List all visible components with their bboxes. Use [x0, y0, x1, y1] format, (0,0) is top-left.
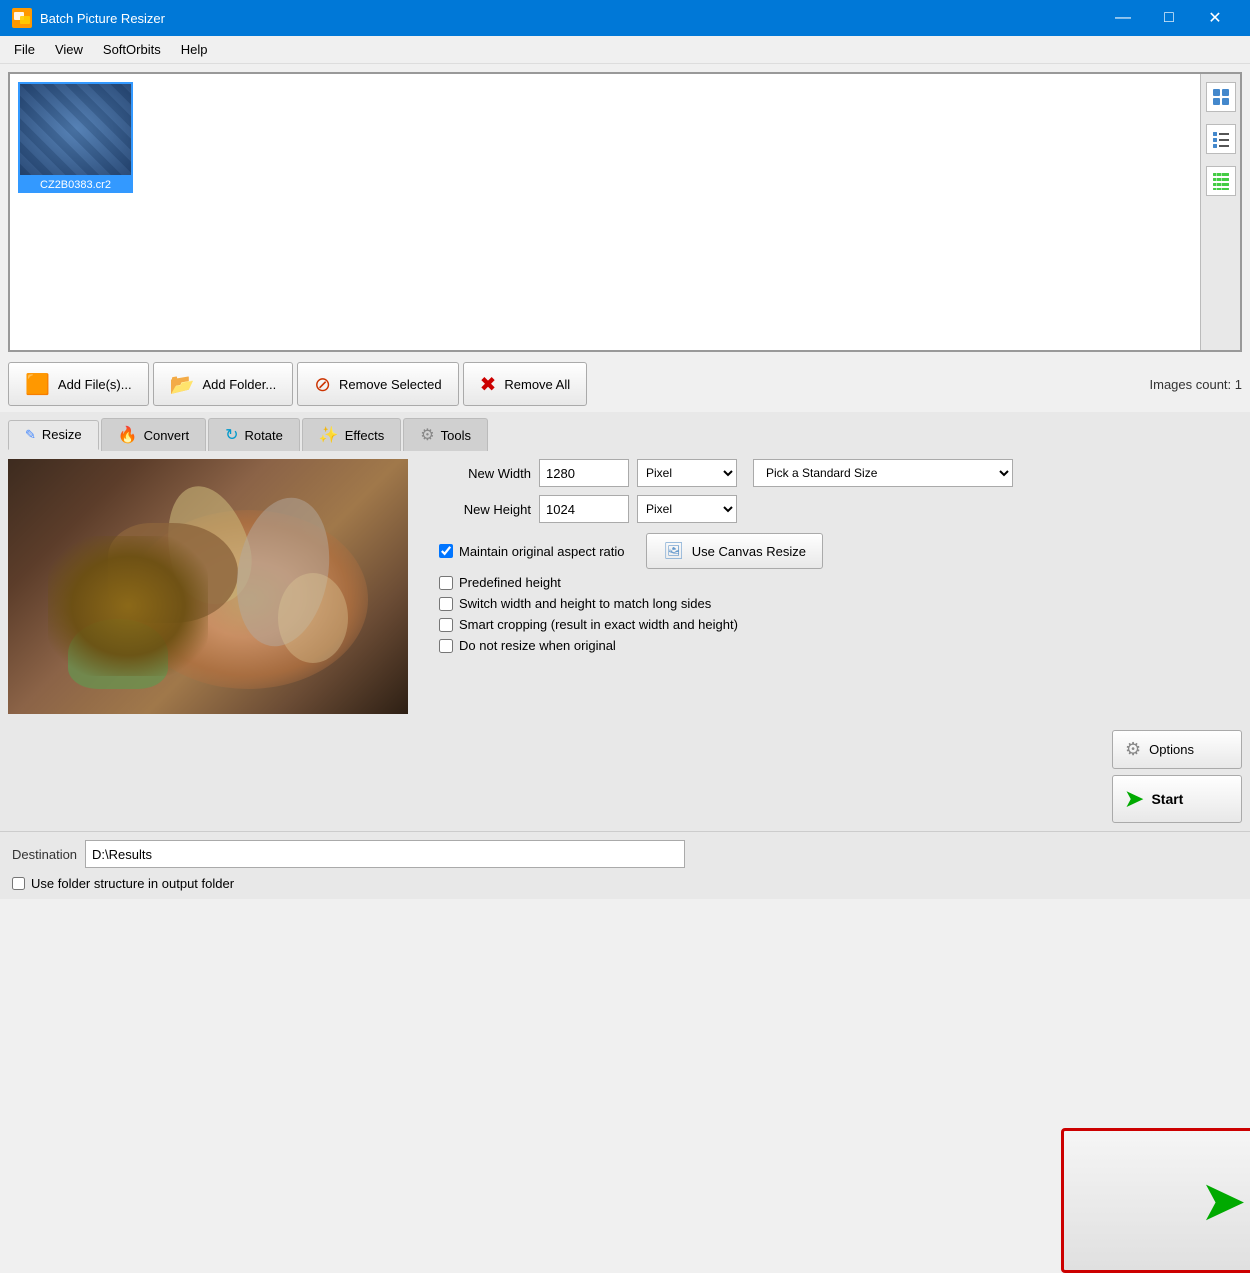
new-width-input[interactable]	[539, 459, 629, 487]
image-browser-area: CZ2B0383.cr2	[8, 72, 1242, 352]
image-preview	[8, 459, 408, 714]
tab-area: ✎ Resize 🔥 Convert ↻ Rotate ✨ Effects ⚙ …	[0, 412, 1250, 451]
options-label: Options	[1149, 742, 1194, 757]
remove-selected-label: Remove Selected	[339, 377, 442, 392]
add-folder-button[interactable]: 📂 Add Folder...	[153, 362, 294, 406]
smart-crop-checkbox[interactable]	[439, 618, 453, 632]
switch-sides-row: Switch width and height to match long si…	[431, 596, 1234, 611]
tools-icon: ⚙	[420, 425, 434, 445]
new-height-label: New Height	[431, 502, 531, 517]
gear-icon: ⚙	[1125, 739, 1141, 760]
rotate-icon: ↻	[225, 425, 238, 445]
convert-icon: 🔥	[118, 425, 138, 445]
maintain-ratio-row: Maintain original aspect ratio 🖼 Use Can…	[431, 533, 1234, 569]
view-controls	[1200, 74, 1240, 350]
canvas-resize-button[interactable]: 🖼 Use Canvas Resize	[646, 533, 822, 569]
remove-all-icon: ✖	[480, 372, 497, 397]
preview-column	[0, 451, 415, 831]
effects-icon: ✨	[319, 425, 339, 445]
destination-label: Destination	[12, 847, 77, 862]
tab-effects[interactable]: ✨ Effects	[302, 418, 401, 451]
minimize-button[interactable]: —	[1100, 0, 1146, 36]
images-count: Images count: 1	[1150, 377, 1243, 392]
new-height-input[interactable]	[539, 495, 629, 523]
window-controls: — □ ✕	[1100, 0, 1238, 36]
new-width-label: New Width	[431, 466, 531, 481]
titlebar: Batch Picture Resizer — □ ✕	[0, 0, 1250, 36]
close-button[interactable]: ✕	[1192, 0, 1238, 36]
thumb-filename: CZ2B0383.cr2	[18, 177, 133, 193]
remove-sel-icon: ⊘	[314, 372, 331, 397]
start-button-large[interactable]: ➤ Start	[1061, 1128, 1250, 1273]
bottom-right-controls: ⚙ Options ➤ Start	[1112, 730, 1242, 823]
destination-section: Destination Use folder structure in outp…	[0, 831, 1250, 899]
thumb-preview	[18, 82, 133, 177]
canvas-resize-label: Use Canvas Resize	[692, 544, 806, 559]
predefined-height-row: Predefined height	[431, 575, 1234, 590]
menu-help[interactable]: Help	[171, 38, 218, 61]
tab-bar: ✎ Resize 🔥 Convert ↻ Rotate ✨ Effects ⚙ …	[8, 412, 1242, 451]
maintain-ratio-label: Maintain original aspect ratio	[459, 544, 624, 559]
no-resize-row: Do not resize when original	[431, 638, 1234, 653]
large-icons-btn[interactable]	[1206, 82, 1236, 112]
details-view-btn[interactable]	[1206, 166, 1236, 196]
add-folder-icon: 📂	[170, 372, 195, 397]
smart-crop-row: Smart cropping (result in exact width an…	[431, 617, 1234, 632]
menu-view[interactable]: View	[45, 38, 93, 61]
remove-selected-button[interactable]: ⊘ Remove Selected	[297, 362, 458, 406]
resize-icon: ✎	[25, 427, 36, 443]
height-unit-select[interactable]: Pixel Percent cm inch	[637, 495, 737, 523]
folder-structure-row: Use folder structure in output folder	[12, 876, 1238, 891]
start-arrow-large-icon: ➤	[1200, 1168, 1247, 1234]
predefined-height-label: Predefined height	[459, 575, 561, 590]
tab-tools[interactable]: ⚙ Tools	[403, 418, 488, 451]
toolbar: 🟧 Add File(s)... 📂 Add Folder... ⊘ Remov…	[0, 356, 1250, 412]
folder-structure-label: Use folder structure in output folder	[31, 876, 234, 891]
add-folder-label: Add Folder...	[203, 377, 277, 392]
destination-row: Destination	[12, 840, 1238, 868]
maximize-button[interactable]: □	[1146, 0, 1192, 36]
no-resize-label: Do not resize when original	[459, 638, 616, 653]
add-files-button[interactable]: 🟧 Add File(s)...	[8, 362, 149, 406]
remove-all-label: Remove All	[504, 377, 570, 392]
tab-resize[interactable]: ✎ Resize	[8, 420, 99, 450]
predefined-height-checkbox[interactable]	[439, 576, 453, 590]
add-files-label: Add File(s)...	[58, 377, 132, 392]
folder-structure-checkbox[interactable]	[12, 877, 25, 890]
standard-size-select[interactable]: Pick a Standard Size	[753, 459, 1013, 487]
menu-softorbits[interactable]: SoftOrbits	[93, 38, 171, 61]
width-unit-select[interactable]: Pixel Percent cm inch	[637, 459, 737, 487]
lower-area: New Width Pixel Percent cm inch Pick a S…	[0, 451, 1250, 831]
app-icon	[12, 8, 32, 28]
no-resize-checkbox[interactable]	[439, 639, 453, 653]
options-button[interactable]: ⚙ Options	[1112, 730, 1242, 769]
menu-file[interactable]: File	[4, 38, 45, 61]
image-grid: CZ2B0383.cr2	[10, 74, 1240, 201]
image-thumbnail[interactable]: CZ2B0383.cr2	[18, 82, 133, 193]
canvas-icon: 🖼	[663, 541, 683, 561]
menubar: File View SoftOrbits Help	[0, 36, 1250, 64]
switch-sides-checkbox[interactable]	[439, 597, 453, 611]
switch-sides-label: Switch width and height to match long si…	[459, 596, 711, 611]
start-small-arrow-icon: ➤	[1125, 786, 1143, 812]
list-view-btn[interactable]	[1206, 124, 1236, 154]
smart-crop-label: Smart cropping (result in exact width an…	[459, 617, 738, 632]
height-row: New Height Pixel Percent cm inch	[431, 495, 1234, 523]
app-title: Batch Picture Resizer	[40, 11, 1100, 26]
start-small-label: Start	[1151, 791, 1183, 807]
tab-convert[interactable]: 🔥 Convert	[101, 418, 206, 451]
width-row: New Width Pixel Percent cm inch Pick a S…	[431, 459, 1234, 487]
maintain-ratio-checkbox[interactable]	[439, 544, 453, 558]
tab-rotate[interactable]: ↻ Rotate	[208, 418, 300, 451]
start-button-small[interactable]: ➤ Start	[1112, 775, 1242, 823]
destination-input[interactable]	[85, 840, 685, 868]
remove-all-button[interactable]: ✖ Remove All	[463, 362, 588, 406]
add-file-icon: 🟧	[25, 372, 50, 397]
